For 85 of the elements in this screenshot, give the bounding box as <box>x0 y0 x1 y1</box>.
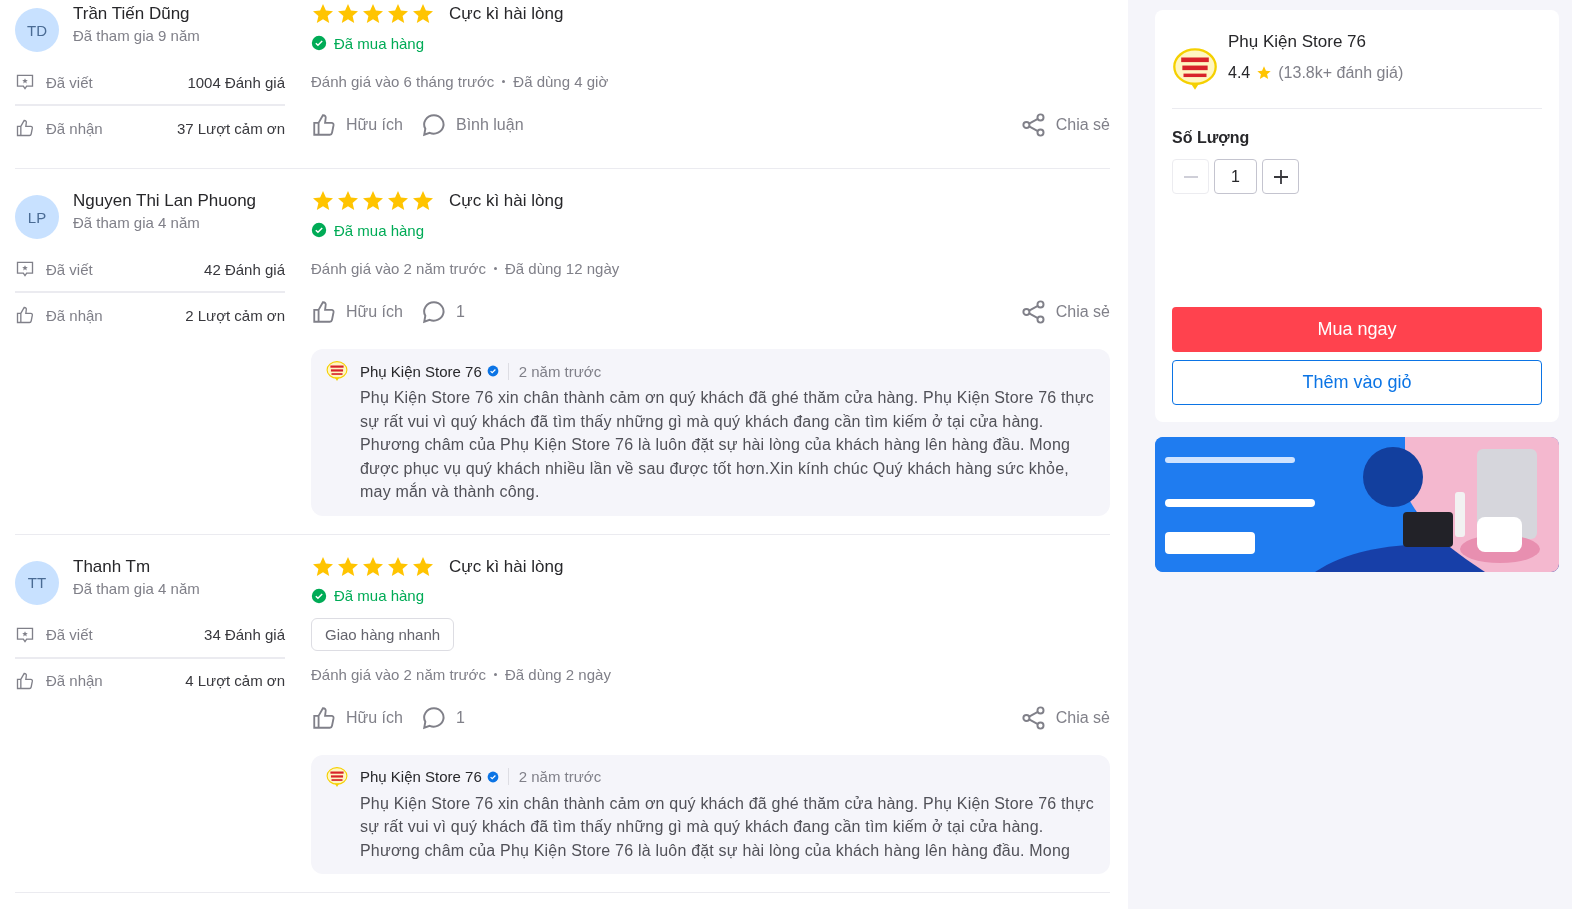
reply-time: 2 năm trước <box>507 768 602 785</box>
shop-name[interactable]: Phụ Kiện Store 76 <box>1228 32 1404 52</box>
helpful-button[interactable]: Hữu ích <box>311 112 403 138</box>
usage-time: Đã dùng 2 ngày <box>504 665 611 683</box>
comment-icon <box>420 299 447 325</box>
share-button[interactable]: Chia sẻ <box>1020 299 1110 325</box>
check-circle-icon <box>311 222 327 238</box>
comment-icon <box>420 704 447 731</box>
review-tag: Giao hàng nhanh <box>311 617 455 651</box>
joined-text: Đã tham gia 9 năm <box>73 27 200 44</box>
reviewer-name: Nguyen Thi Lan Phuong <box>73 191 257 211</box>
dot-separator <box>502 80 506 83</box>
thumbs-up-icon <box>15 670 35 691</box>
stat-label: Đã nhận <box>46 672 103 689</box>
helpful-button[interactable]: Hữu ích <box>311 299 403 325</box>
thumbs-up-icon <box>311 299 337 325</box>
stat-label: Đã nhận <box>46 119 103 137</box>
review-date: Đánh giá vào 6 tháng trước <box>311 73 495 90</box>
avatar: LP <box>15 195 59 239</box>
shop-rating: 4.4 <box>1228 64 1251 82</box>
purchased-label: Đã mua hàng <box>334 587 425 604</box>
stat-label: Đã viết <box>46 73 93 91</box>
shop-logo-icon <box>326 360 348 382</box>
helpful-button[interactable]: Hữu ích <box>311 704 403 731</box>
avatar: TT <box>15 560 59 605</box>
add-to-cart-button[interactable]: Thêm vào giỏ <box>1172 360 1542 405</box>
quantity-field[interactable]: 1 <box>1214 159 1257 194</box>
comment-button[interactable]: Bình luận <box>420 112 524 138</box>
check-circle-icon <box>311 35 327 51</box>
share-icon <box>1020 704 1047 731</box>
usage-time: Đã dùng 12 ngày <box>504 260 620 277</box>
share-icon <box>1020 299 1047 325</box>
seller-name: Phụ Kiện Store 76 <box>360 768 482 785</box>
dot-separator <box>493 267 497 270</box>
stat-label: Đã nhận <box>46 306 103 324</box>
verified-icon <box>486 770 499 783</box>
thumbs-up-icon <box>311 112 337 138</box>
stat-label: Đã viết <box>46 626 93 643</box>
stat-value: 2 Lượt cảm ơn <box>185 306 285 324</box>
buy-now-button[interactable]: Mua ngay <box>1172 307 1542 352</box>
thumbs-up-icon <box>15 118 35 138</box>
reply-text: Phụ Kiện Store 76 xin chân thành cảm ơn quý khách đã ghé thăm cửa hàng. Phụ Kiện Store 76 thực sự rất vui vì quý khách đã tìm thấy những gì mà quý khách đang cần tìm kiếm ở tại cửa hàng. Phương châm của Phụ Kiện Store 76 là luôn đặt sự hài lòng của khách hàng lên hàng đầu. Mong được phục vụ quý khách nhiều lần về sau được tốt hơn.Xin kính chúc Quý khách hàng sức khỏe, may mắn và thành công. <box>360 388 1095 502</box>
reply-text: Phụ Kiện Store 76 xin chân thành cảm ơn quý khách đã ghé thăm cửa hàng. Phụ Kiện Store 76 thực sự rất vui vì quý khách đã tìm thấy những gì mà quý khách đang cần tìm kiếm ở tại cửa hàng. Phương châm của Phụ Kiện Store 76 là luôn đặt sự hài lòng của khách hàng lên hàng đầu. Mong <box>360 793 1095 861</box>
joined-text: Đã tham gia 4 năm <box>73 214 201 231</box>
stat-value: 37 Lượt cảm ơn <box>176 119 285 137</box>
verified-icon <box>486 365 499 377</box>
thumbs-up-icon <box>311 704 337 731</box>
review-title: Cực kì hài lòng <box>449 556 564 577</box>
plus-icon <box>1273 169 1288 184</box>
comment-icon <box>420 112 447 138</box>
rating-count: (13.8k+ đánh giá) <box>1278 64 1404 82</box>
share-button[interactable]: Chia sẻ <box>1020 704 1110 731</box>
share-icon <box>1020 112 1047 138</box>
stat-value: 42 Đánh giá <box>204 260 285 278</box>
quantity-label: Số Lượng <box>1172 129 1251 147</box>
reviewer-name: Trần Tiến Dũng <box>73 4 191 24</box>
review-written-icon <box>15 259 35 279</box>
increase-button[interactable] <box>1262 159 1299 194</box>
review-date: Đánh giá vào 2 năm trước <box>311 665 486 683</box>
comment-button[interactable]: 1 <box>420 299 465 325</box>
minus-icon <box>1183 175 1198 178</box>
thumbs-up-icon <box>15 305 35 325</box>
purchased-label: Đã mua hàng <box>334 221 425 239</box>
dot-separator <box>493 672 497 676</box>
shop-logo-icon <box>1172 46 1218 92</box>
stat-value: 1004 Đánh giá <box>187 73 285 91</box>
joined-text: Đã tham gia 4 năm <box>73 579 200 597</box>
stat-value: 34 Đánh giá <box>204 626 285 643</box>
check-circle-icon <box>311 587 327 604</box>
review-title: Cực kì hài lòng <box>449 4 564 24</box>
review-date: Đánh giá vào 2 năm trước <box>311 260 486 277</box>
star-icon <box>1256 65 1273 81</box>
review-title: Cực kì hài lòng <box>449 191 564 211</box>
shop-logo-icon <box>326 765 348 788</box>
share-button[interactable]: Chia sẻ <box>1020 112 1110 138</box>
usage-time: Đã dùng 4 giờ <box>513 73 609 90</box>
avatar: TD <box>15 8 59 52</box>
reply-time: 2 năm trước <box>507 362 602 380</box>
seller-name: Phụ Kiện Store 76 <box>360 362 482 380</box>
comment-button[interactable]: 1 <box>420 704 465 731</box>
purchased-label: Đã mua hàng <box>334 34 425 52</box>
review-written-icon <box>15 72 35 92</box>
stat-value: 4 Lượt cảm ơn <box>185 672 285 689</box>
reviewer-name: Thanh Tm <box>73 556 152 577</box>
stat-label: Đã viết <box>46 260 93 278</box>
